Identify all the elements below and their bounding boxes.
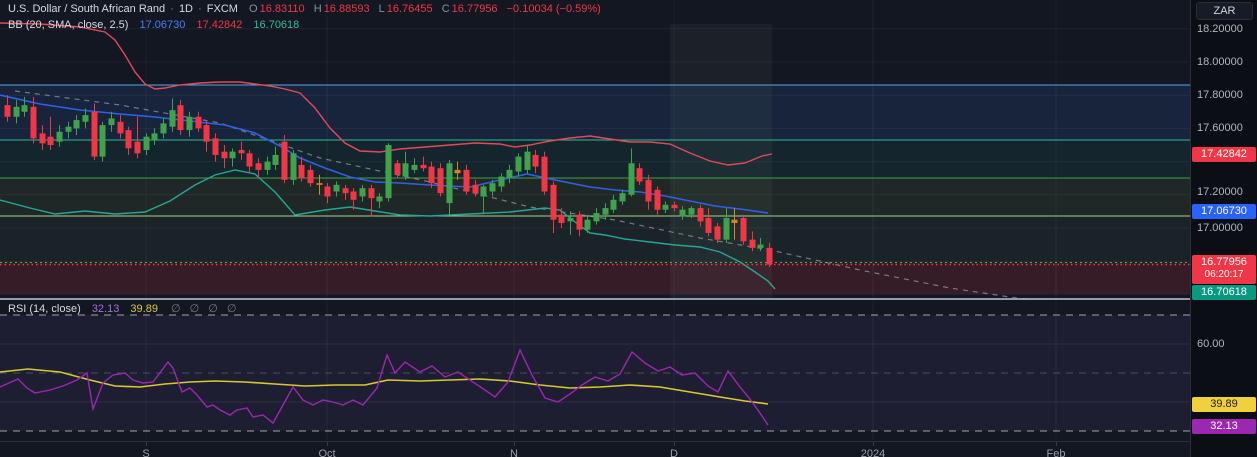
time-label-feb: Feb (1047, 448, 1066, 457)
bb-indicator-legend[interactable]: BB (20, SMA, close, 2.5) 17.06730 17.428… (8, 19, 301, 31)
rsi-value: 32.13 (92, 303, 120, 315)
close-label: C (442, 3, 450, 15)
time-tick (873, 442, 874, 446)
trading-chart-window: U.S. Dollar / South African Rand · 1D · … (0, 0, 1257, 457)
time-label-sep: S (142, 448, 149, 457)
price-tick: 17.20000 (1197, 186, 1243, 198)
time-tick (146, 442, 147, 446)
low-label: L (379, 3, 385, 15)
rsi-label[interactable]: RSI (14, close) (8, 303, 81, 315)
time-label-oct: Oct (318, 448, 335, 457)
separator: · (198, 3, 202, 15)
bb-lower-badge: 16.70618 (1192, 285, 1256, 300)
bb-basis-value: 17.06730 (140, 19, 186, 31)
last-price-value: 16.77956 (1201, 256, 1247, 268)
time-tick (514, 442, 515, 446)
rsi-ma-value: 39.89 (130, 303, 158, 315)
time-axis[interactable]: S Oct N D 2024 Feb (0, 441, 1190, 457)
rsi-tick: 60.00 (1197, 338, 1225, 350)
price-chart-canvas[interactable] (0, 0, 1190, 457)
time-tick (327, 442, 328, 446)
bb-lower-value: 16.70618 (253, 19, 299, 31)
open-label: O (249, 3, 258, 15)
time-label-dec: D (670, 448, 678, 457)
bb-upper-value: 17.42842 (196, 19, 242, 31)
bb-upper-badge: 17.42842 (1192, 147, 1256, 162)
high-label: H (314, 3, 322, 15)
price-tick: 17.00000 (1197, 222, 1243, 234)
currency-toggle-button[interactable]: ZAR (1196, 2, 1253, 20)
bb-basis-badge: 17.06730 (1192, 204, 1256, 219)
open-value: 16.83110 (260, 3, 305, 15)
pane-resize-handle[interactable] (0, 298, 1190, 300)
timeframe[interactable]: 1D (179, 3, 193, 15)
time-tick (1056, 442, 1057, 446)
time-tick (674, 442, 675, 446)
price-tick: 18.20000 (1197, 23, 1243, 35)
price-tick: 17.80000 (1197, 89, 1243, 101)
close-value: 16.77956 (452, 3, 498, 15)
time-label-nov: N (510, 448, 518, 457)
bb-label[interactable]: BB (20, SMA, close, 2.5) (8, 19, 128, 31)
low-value: 16.76455 (387, 3, 433, 15)
symbol-legend[interactable]: U.S. Dollar / South African Rand · 1D · … (8, 3, 603, 15)
change-value: −0.10034 (−0.59%) (507, 3, 601, 15)
separator: · (170, 3, 174, 15)
rsi-badge: 32.13 (1192, 419, 1256, 434)
rsi-empty-values: ∅ ∅ ∅ ∅ (171, 303, 240, 315)
price-tick: 18.00000 (1197, 56, 1243, 68)
last-price-badge: 16.77956 06:20:17 (1192, 255, 1256, 284)
price-axis[interactable]: ZAR 18.20000 18.00000 17.80000 17.60000 … (1190, 0, 1257, 457)
time-label-2024: 2024 (861, 448, 885, 457)
price-tick: 17.60000 (1197, 122, 1243, 134)
rsi-ma-badge: 39.89 (1192, 397, 1256, 412)
rsi-indicator-legend[interactable]: RSI (14, close) 32.13 39.89 ∅ ∅ ∅ ∅ (8, 302, 242, 315)
exchange: FXCM (207, 3, 238, 15)
bar-countdown: 06:20:17 (1192, 269, 1256, 281)
symbol-name[interactable]: U.S. Dollar / South African Rand (8, 3, 165, 15)
high-value: 16.88593 (324, 3, 370, 15)
